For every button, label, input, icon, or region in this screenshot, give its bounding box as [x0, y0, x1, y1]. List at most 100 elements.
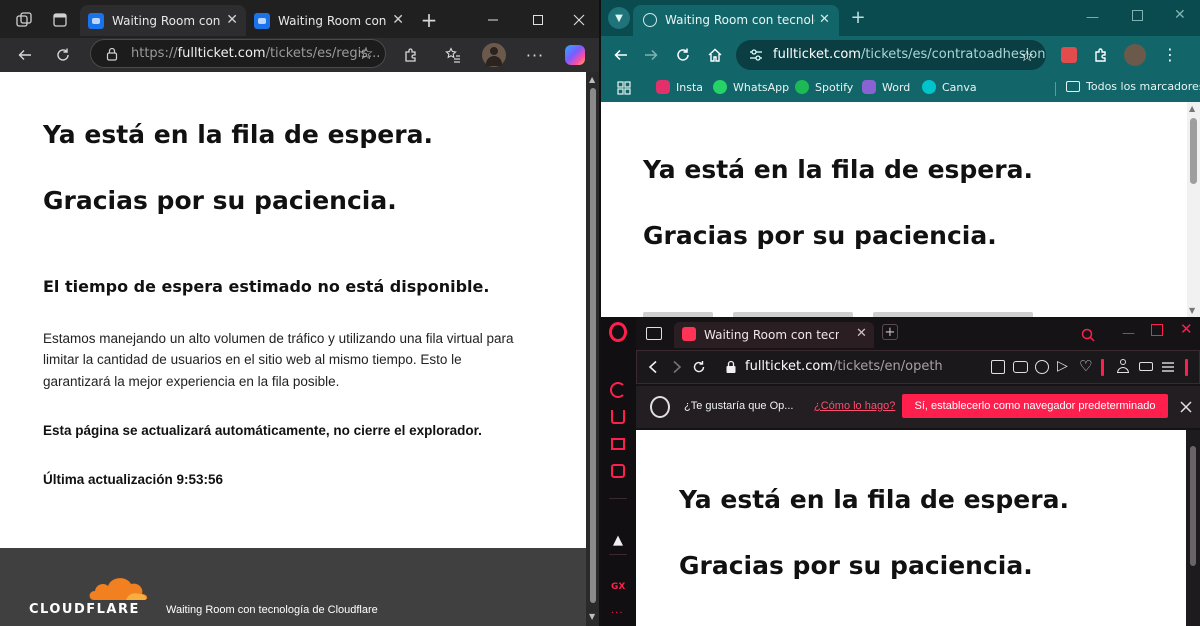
- gx-corner-icon[interactable]: ▲: [608, 532, 628, 548]
- refresh-icon[interactable]: [689, 357, 709, 377]
- chrome-tab-1[interactable]: Waiting Room con tecnología de Cloudflar…: [633, 5, 839, 36]
- site-settings-icon[interactable]: [748, 47, 764, 63]
- heart-icon[interactable]: ♡: [1079, 357, 1092, 375]
- opera-scrollbar[interactable]: [1186, 430, 1200, 626]
- minimize-icon[interactable]: —: [1122, 326, 1135, 341]
- snapshot-camera-icon[interactable]: [1013, 361, 1028, 373]
- edge-scrollbar[interactable]: ▲ ▼: [586, 72, 600, 626]
- refresh-icon[interactable]: [52, 44, 74, 66]
- back-arrow-icon[interactable]: [14, 44, 36, 66]
- new-tab-plus-icon[interactable]: +: [882, 324, 898, 340]
- bookmark-whatsapp[interactable]: WhatsApp: [713, 80, 789, 94]
- close-tab-icon[interactable]: ✕: [226, 12, 238, 28]
- twitch-icon[interactable]: [611, 438, 625, 450]
- search-tabs-icon[interactable]: [1078, 325, 1098, 345]
- home-icon[interactable]: [704, 44, 726, 66]
- bookmark-star-icon[interactable]: ☆: [1016, 44, 1038, 66]
- wait-time-heading: El tiempo de espera estimado no está dis…: [43, 277, 490, 296]
- edge-tab-1[interactable]: Waiting Room con tecnología de Cloudflar…: [80, 5, 246, 36]
- infobar-question: ¿Te gustaría que Op...: [684, 400, 794, 412]
- opera-logo-icon[interactable]: [609, 322, 627, 342]
- chrome-scroll-thumb[interactable]: [1190, 118, 1197, 184]
- apps-grid-icon[interactable]: [616, 80, 632, 96]
- bag-icon[interactable]: [611, 410, 625, 424]
- extensions-puzzle-icon[interactable]: [1090, 44, 1112, 66]
- chrome-address-bar[interactable]: fullticket.com/tickets/es/contratoadhesi…: [736, 40, 1046, 70]
- more-menu-icon[interactable]: ⋮: [1160, 43, 1180, 65]
- edge-tab-strip: Waiting Room con tecnología de Cloudflar…: [0, 0, 600, 38]
- more-menu-icon[interactable]: ···: [524, 44, 546, 66]
- back-arrow-icon[interactable]: [610, 44, 632, 66]
- profile-avatar-icon[interactable]: [1124, 44, 1146, 66]
- speed-dial-icon[interactable]: [610, 382, 626, 398]
- all-bookmarks-folder[interactable]: Todos los marcadores: [1066, 80, 1200, 93]
- folder-icon: [1066, 81, 1080, 92]
- sidebar-more-icon[interactable]: ···: [611, 608, 624, 619]
- close-infobar-icon[interactable]: [1176, 397, 1196, 417]
- new-tab-plus-icon[interactable]: +: [418, 8, 440, 32]
- maximize-icon[interactable]: [1151, 324, 1163, 336]
- close-window-icon[interactable]: ✕: [1174, 7, 1186, 23]
- scroll-up-icon[interactable]: ▲: [589, 75, 595, 84]
- minimize-icon[interactable]: [483, 10, 503, 30]
- close-tab-icon[interactable]: ✕: [819, 12, 830, 27]
- edge-address-bar[interactable]: https://fullticket.com/tickets/es/regis.…: [90, 39, 386, 68]
- sidebar-divider: [609, 554, 627, 555]
- bookmark-canva[interactable]: Canva: [922, 80, 977, 94]
- extension-q-icon[interactable]: [1061, 47, 1077, 63]
- close-window-icon[interactable]: ✕: [1180, 320, 1193, 338]
- lock-icon[interactable]: [104, 46, 120, 62]
- new-tab-plus-icon[interactable]: +: [848, 7, 868, 28]
- chrome-scrollbar[interactable]: ▲ ▼: [1187, 102, 1200, 318]
- edge-scroll-thumb[interactable]: [590, 88, 596, 603]
- maximize-icon[interactable]: [1132, 10, 1143, 21]
- window-divider: [600, 317, 1200, 318]
- back-arrow-icon[interactable]: [643, 357, 663, 377]
- explanation-line-2: limitar la cantidad de usuarios en el si…: [43, 352, 462, 367]
- tab-island-icon[interactable]: [646, 327, 662, 340]
- minimize-icon[interactable]: —: [1086, 10, 1099, 25]
- close-tab-icon[interactable]: ✕: [392, 12, 404, 28]
- set-default-button[interactable]: Sí, establecerlo como navegador predeter…: [902, 394, 1168, 418]
- forward-arrow-icon[interactable]: [640, 44, 662, 66]
- edge-tab-2[interactable]: Waiting Room con tecnología de Cloudflar…: [246, 5, 412, 36]
- forward-arrow-icon[interactable]: [667, 357, 687, 377]
- extensions-puzzle-icon[interactable]: [400, 44, 422, 66]
- account-icon[interactable]: [1117, 359, 1129, 373]
- scroll-down-icon[interactable]: ▼: [1189, 306, 1195, 315]
- send-icon[interactable]: ▷: [1057, 358, 1068, 374]
- url-domain: fullticket.com: [745, 359, 833, 374]
- accent-divider: [1185, 359, 1188, 376]
- close-window-icon[interactable]: [569, 10, 589, 30]
- bookmark-word[interactable]: Word: [862, 80, 910, 94]
- workspaces-icon[interactable]: [14, 10, 34, 30]
- bookmark-spotify[interactable]: Spotify: [795, 80, 853, 94]
- chrome-toolbar: fullticket.com/tickets/es/contratoadhesi…: [600, 36, 1200, 74]
- bookmark-label: Spotify: [815, 80, 854, 94]
- opera-tab-1[interactable]: Waiting Room con tecnología de Cloudflar…: [674, 322, 874, 348]
- lock-icon[interactable]: [723, 358, 739, 376]
- tab-actions-icon[interactable]: [50, 10, 70, 30]
- profile-avatar-icon[interactable]: [482, 43, 506, 67]
- how-to-link[interactable]: ¿Cómo lo hago?: [814, 400, 895, 412]
- maximize-icon[interactable]: [528, 10, 548, 30]
- instagram-icon: [656, 80, 670, 94]
- gx-label[interactable]: GX: [611, 582, 625, 592]
- favorites-hub-icon[interactable]: [442, 44, 464, 66]
- refresh-icon[interactable]: [672, 44, 694, 66]
- close-tab-icon[interactable]: ✕: [856, 326, 867, 341]
- messenger-icon[interactable]: [611, 464, 625, 478]
- bookmark-insta[interactable]: Insta: [656, 80, 703, 94]
- scroll-up-icon[interactable]: ▲: [1189, 104, 1195, 113]
- tab-search-chevron-icon[interactable]: ▼: [608, 7, 630, 29]
- bookmark-label: WhatsApp: [733, 80, 790, 94]
- easy-setup-icon[interactable]: [1159, 358, 1177, 376]
- battery-saver-icon[interactable]: [1139, 362, 1153, 371]
- opera-scroll-thumb[interactable]: [1190, 446, 1196, 566]
- favorite-star-icon[interactable]: ☆: [355, 43, 377, 65]
- edit-page-icon[interactable]: [991, 360, 1005, 374]
- adblock-icon[interactable]: [1035, 360, 1049, 374]
- accent-divider: [1101, 359, 1104, 376]
- scroll-down-icon[interactable]: ▼: [589, 612, 595, 621]
- copilot-icon[interactable]: [565, 45, 585, 65]
